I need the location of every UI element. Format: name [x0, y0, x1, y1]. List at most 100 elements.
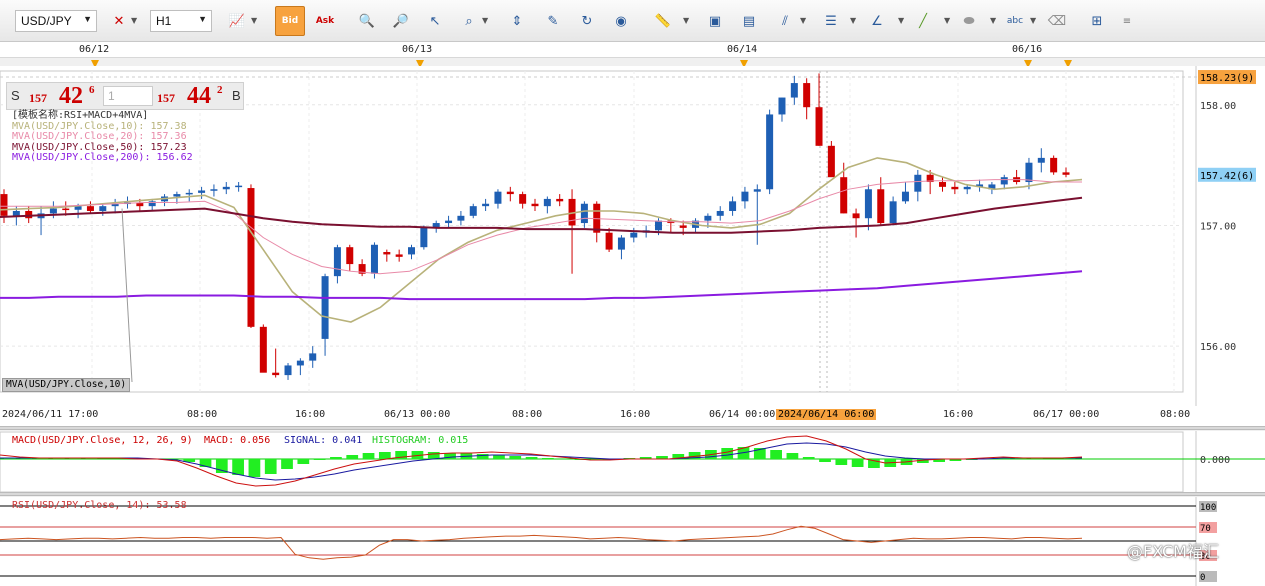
refresh-icon[interactable]: ↻: [576, 10, 598, 32]
candle-body: [173, 194, 181, 197]
candle-body: [901, 191, 909, 202]
pen-icon[interactable]: ╱: [912, 10, 934, 32]
histogram-bar: [476, 454, 489, 459]
chart-type-icon[interactable]: ✕: [108, 10, 130, 32]
candle: [259, 324, 267, 373]
timeframe-value: H1: [156, 14, 172, 28]
candle-body: [679, 225, 687, 228]
zoom-in-icon[interactable]: 🔍: [356, 10, 378, 32]
candle: [247, 184, 255, 329]
chevron-down-icon: ▼: [83, 14, 92, 24]
macd-legend-label: MACD: 0.056: [204, 435, 270, 446]
candle-body: [1000, 177, 1008, 185]
chevron-down-icon[interactable]: ▼: [683, 16, 689, 25]
sell-price-pip[interactable]: 6: [89, 84, 95, 96]
bid-button[interactable]: Bid: [275, 6, 305, 36]
candle: [766, 109, 774, 195]
sell-price-main[interactable]: 42: [59, 83, 83, 110]
ask-button[interactable]: Ask: [314, 10, 336, 32]
histogram-bar: [770, 450, 782, 459]
chart-style-icon[interactable]: 📈: [226, 10, 248, 32]
candle: [827, 140, 835, 178]
macd-legend-label: HISTOGRAM: 0.015: [372, 435, 468, 446]
time-label: 06/17 00:00: [1033, 409, 1100, 420]
histogram-bar: [346, 455, 359, 459]
chevron-down-icon[interactable]: ▼: [944, 16, 950, 25]
line-width-icon[interactable]: ☰: [820, 10, 842, 32]
zoom-range-icon[interactable]: ⌕: [458, 10, 480, 32]
chevron-down-icon[interactable]: ▼: [850, 16, 856, 25]
candle-body: [469, 206, 477, 216]
mva-tooltip: MVA(USD/JPY.Close,10): [2, 378, 131, 392]
chevron-down-icon[interactable]: ▼: [800, 16, 806, 25]
histogram-bar: [819, 459, 831, 462]
chevron-down-icon[interactable]: ▼: [898, 16, 904, 25]
candle-body: [321, 276, 329, 339]
chevron-down-icon[interactable]: ▼: [251, 16, 257, 25]
panel-splitter[interactable]: [0, 426, 1265, 430]
date-label: 06/12: [79, 44, 110, 55]
buy-price-pip[interactable]: 2: [217, 84, 223, 96]
sell-label[interactable]: S: [11, 88, 20, 103]
histogram-bar: [542, 458, 554, 459]
ruler-icon[interactable]: 📏: [652, 10, 674, 32]
chart-window-icon[interactable]: ▤: [738, 10, 760, 32]
candle-body: [580, 203, 588, 224]
candle-body: [1062, 172, 1070, 175]
time-label: 2024/06/11 17:00: [2, 409, 99, 420]
chevron-down-icon[interactable]: ▼: [131, 16, 137, 25]
chevron-down-icon[interactable]: ▼: [482, 16, 488, 25]
sell-price-prefix[interactable]: 157: [29, 91, 47, 106]
candle-body: [408, 247, 416, 255]
time-label: 06/14 00:00: [709, 409, 776, 420]
shape-icon[interactable]: ⬬: [958, 10, 980, 32]
timeframe-select[interactable]: H1 ▼: [150, 10, 212, 32]
candle-body: [827, 145, 835, 178]
candle-body: [346, 247, 354, 265]
candle-body: [519, 194, 527, 204]
candle: [420, 225, 428, 250]
zoom-out-icon[interactable]: 🔎: [390, 10, 412, 32]
object-tree-icon[interactable]: ⊞: [1086, 10, 1108, 32]
panel-splitter[interactable]: [0, 492, 1265, 496]
indicator-legend: [模板名称:RSI+MACD+4MVA] MVA(USD/JPY.Close,1…: [12, 110, 193, 164]
date-label: 06/16: [1012, 44, 1043, 55]
rsi-panel[interactable]: 100 70 30 0 RSI(USD/JPY.Close, 14): 53.58: [0, 497, 1265, 586]
macd-zero-label: 0.000: [1200, 455, 1230, 466]
candle-body: [939, 182, 947, 187]
candle-body: [753, 189, 761, 192]
line-tools-icon[interactable]: ∠: [866, 10, 888, 32]
candle-body: [531, 203, 539, 207]
template-name: [模板名称:RSI+MACD+4MVA]: [12, 110, 149, 121]
screenshot-icon[interactable]: ▣: [704, 10, 726, 32]
histogram-bar: [297, 459, 310, 464]
histogram-bar: [786, 453, 799, 459]
time-axis: 2024/06/11 17:00 08:00 16:00 06/13 00:00…: [0, 406, 1265, 426]
candle-body: [877, 189, 885, 224]
period-separator-icon[interactable]: ⇕: [506, 10, 528, 32]
eraser-icon[interactable]: ⌫: [1046, 10, 1068, 32]
buy-price-main[interactable]: 44: [187, 83, 211, 110]
lot-size-input[interactable]: 1: [103, 86, 153, 106]
cursor-icon[interactable]: ↖: [424, 10, 446, 32]
candle-body: [852, 213, 860, 219]
chevron-down-icon[interactable]: ▼: [1030, 16, 1036, 25]
menu-icon[interactable]: ≡: [1116, 10, 1138, 32]
candle-body: [284, 365, 292, 376]
buy-label[interactable]: B: [232, 88, 241, 103]
candle-body: [12, 210, 20, 216]
globe-icon[interactable]: ◉: [610, 10, 632, 32]
candle-body: [840, 177, 848, 214]
chevron-down-icon[interactable]: ▼: [990, 16, 996, 25]
fibonacci-icon[interactable]: ⫽: [774, 10, 796, 32]
text-label-icon[interactable]: abc: [1004, 10, 1026, 32]
candle-body: [457, 215, 465, 221]
buy-price-prefix[interactable]: 157: [157, 91, 175, 106]
histogram-bar: [721, 448, 734, 459]
symbol-select[interactable]: USD/JPY ▼: [15, 10, 97, 32]
date-bar: 06/12 06/13 06/14 06/16: [0, 42, 1265, 58]
macd-panel[interactable]: 0.000 MACD(USD/JPY.Close, 12, 26, 9) MACD:…: [0, 431, 1265, 493]
chart-template-icon[interactable]: ✎: [542, 10, 564, 32]
candle-body: [617, 237, 625, 250]
candle-body: [815, 107, 823, 146]
